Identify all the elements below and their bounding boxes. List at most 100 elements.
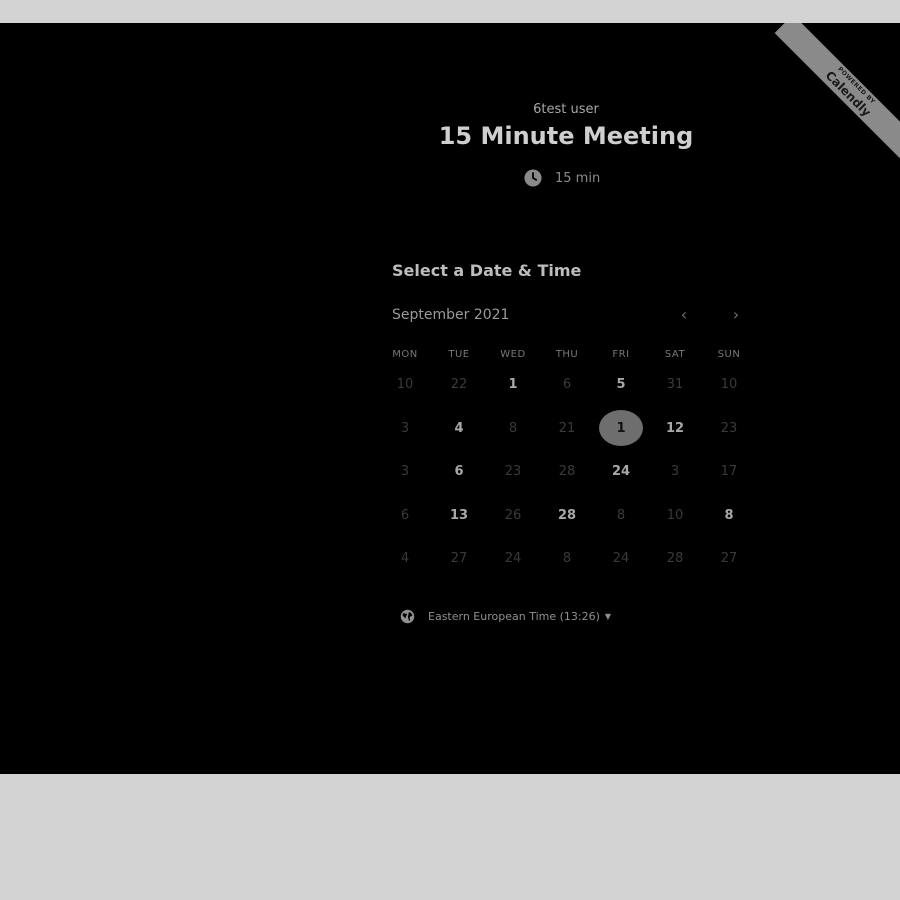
timezone-selector[interactable]: Eastern European Time (13:26) ▼ [400,609,611,624]
calendar-day-label: 4 [400,551,410,567]
calendar-day-label: 24 [612,551,630,567]
calendar-day-label: 31 [666,377,684,393]
calendar-day-label: 8 [562,551,572,567]
calendar-day: 31 [648,363,702,407]
calendar-day-label: 3 [670,464,680,480]
previous-month-button[interactable]: ‹ [674,305,694,325]
calendar-day-label: 8 [616,507,626,523]
calendar-day: 28 [540,450,594,494]
next-month-button[interactable]: › [726,305,746,325]
calendar-day-label: 22 [450,377,468,393]
calendar-day: 24 [594,537,648,581]
calendar-week-row: 3 6 23 28 24 3 17 [378,450,756,494]
calendar-day-label: 3 [400,464,410,480]
calendar-day[interactable]: 4 [432,407,486,451]
calendar-day[interactable]: 24 [594,450,648,494]
calendar-week-row: 3 4 8 21 1 12 23 [378,407,756,451]
calendar-day-label: 13 [449,507,469,523]
clock-icon [524,169,542,187]
calendar-day-label: 8 [724,507,734,523]
calendar-day-label: 10 [396,377,414,393]
calendar-day: 23 [702,407,756,451]
calendar-day-selected[interactable]: 1 [594,407,648,451]
calendar-day: 23 [486,450,540,494]
calendar-day-label: 4 [454,420,464,436]
weekday-label: SAT [664,349,686,360]
calendar-month-label: September 2021 [392,307,510,323]
calendar-day: 17 [702,450,756,494]
weekday-label: THU [555,349,579,360]
select-date-time-heading: Select a Date & Time [392,261,582,280]
event-title: 15 Minute Meeting [438,122,694,150]
weekday-label: TUE [448,349,470,360]
calendar-day[interactable]: 6 [432,450,486,494]
calendar-day: 6 [378,494,432,538]
weekday-label: MON [392,349,418,360]
calendar-day-label: 10 [720,377,738,393]
calendar-day[interactable]: 28 [540,494,594,538]
calendar-day: 8 [594,494,648,538]
calendar-day: 10 [702,363,756,407]
calendar-day-label: 27 [450,551,468,567]
calendar-day-label: 6 [454,464,464,480]
calendar-day: 8 [540,537,594,581]
calendar-day: 10 [648,494,702,538]
calendar-day: 22 [432,363,486,407]
calendar-day-label: 28 [666,551,684,567]
calendar-day[interactable]: 5 [594,363,648,407]
calendar-day: 6 [540,363,594,407]
event-duration: 15 min [524,168,600,188]
calendar-week-row: 6 13 26 28 8 10 8 [378,494,756,538]
calendar-day[interactable]: 12 [648,407,702,451]
calendar-day-label: 28 [558,464,576,480]
calendar-grid: 10 22 1 6 5 31 10 3 4 8 21 1 12 23 3 6 23 28 24 3 17 6 13 26 28 8… [378,363,756,581]
calendar-day: 27 [432,537,486,581]
calendar-day: 10 [378,363,432,407]
calendar-day-label: 3 [400,420,410,436]
calendar-day-label: 6 [562,377,572,393]
calendar-day: 3 [648,450,702,494]
calendar-day-label: 21 [558,420,576,436]
calendar-day-label: 6 [400,507,410,523]
event-duration-label: 15 min [555,170,601,186]
calendar-day: 4 [378,537,432,581]
calendar-day: 3 [378,407,432,451]
weekday-header: MON TUE WED THU FRI SAT SUN [378,349,756,360]
calendar-day-label: 12 [665,420,685,436]
calendar-day-label: 10 [666,507,684,523]
calendar-day-label: 26 [504,507,522,523]
calendar-day-label: 1 [599,410,643,447]
calendar-day-label: 24 [611,464,631,480]
calendar-day[interactable]: 13 [432,494,486,538]
weekday-label: WED [500,349,526,360]
calendar-day: 24 [486,537,540,581]
calendar-day-label: 23 [504,464,522,480]
calendar-day-label: 28 [557,507,577,523]
event-owner-name: 6test user [533,102,599,117]
calendar-day-label: 8 [508,420,518,436]
calendar-day: 21 [540,407,594,451]
calendar-day-label: 27 [720,551,738,567]
timezone-label: Eastern European Time (13:26) [428,610,600,623]
calendar-day: 28 [648,537,702,581]
calendar-day[interactable]: 8 [702,494,756,538]
weekday-label: FRI [612,349,630,360]
calendar-day: 26 [486,494,540,538]
calendar-day-label: 5 [616,377,626,393]
calendar-day-label: 23 [720,420,738,436]
calendar-day-label: 1 [508,377,518,393]
chevron-left-icon: ‹ [680,305,688,324]
chevron-right-icon: › [732,305,740,324]
calendar-week-row: 10 22 1 6 5 31 10 [378,363,756,407]
calendar-day-label: 24 [504,551,522,567]
calendar-day[interactable]: 1 [486,363,540,407]
calendar-week-row: 4 27 24 8 24 28 27 [378,537,756,581]
caret-down-icon: ▼ [604,612,612,621]
scheduling-panel: POWERED BY Calendly 6test user 15 Minute… [0,23,900,774]
calendar-day: 8 [486,407,540,451]
weekday-label: SUN [717,349,741,360]
globe-icon [400,609,415,624]
calendar-day: 3 [378,450,432,494]
calendar-day-label: 17 [720,464,738,480]
calendar-day: 27 [702,537,756,581]
